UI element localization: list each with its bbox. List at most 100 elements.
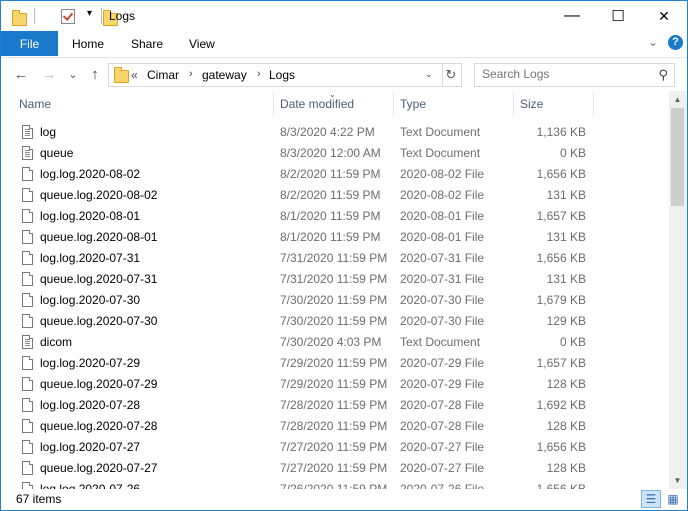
forward-button[interactable]: →	[39, 64, 59, 84]
file-date: 8/1/2020 11:59 PM	[280, 230, 381, 244]
scrollbar-thumb[interactable]	[671, 108, 684, 206]
recent-locations-button[interactable]: ⌄	[63, 64, 83, 84]
file-type: 2020-08-01 File	[400, 230, 485, 244]
breadcrumb-logs[interactable]: Logs	[269, 68, 295, 82]
column-type[interactable]: Type	[400, 91, 508, 117]
maximize-button[interactable]: ☐	[595, 1, 641, 31]
column-divider[interactable]	[393, 92, 394, 116]
properties-icon[interactable]	[61, 9, 76, 24]
tab-view[interactable]: View	[189, 31, 215, 56]
file-row[interactable]: log.log.2020-07-30 7/30/2020 11:59 PM 20…	[1, 290, 669, 311]
file-type: 2020-07-28 File	[400, 398, 485, 412]
file-row[interactable]: log 8/3/2020 4:22 PM Text Document 1,136…	[1, 122, 669, 143]
expand-ribbon-icon[interactable]: ⌄	[648, 35, 658, 49]
file-type: 2020-07-27 File	[400, 440, 485, 454]
explorer-window: ▾ Logs — ☐ ✕ File Home Share View ⌄ ? ← …	[0, 0, 688, 511]
file-row[interactable]: log.log.2020-07-31 7/31/2020 11:59 PM 20…	[1, 248, 669, 269]
tab-share[interactable]: Share	[131, 31, 163, 56]
blank-file-icon	[22, 272, 33, 286]
file-name: queue	[40, 146, 74, 160]
blank-file-icon	[22, 419, 33, 433]
file-row[interactable]: log.log.2020-07-28 7/28/2020 11:59 PM 20…	[1, 395, 669, 416]
file-name: queue.log.2020-07-27	[40, 461, 158, 475]
file-size: 131 KB	[546, 272, 586, 286]
file-row[interactable]: log.log.2020-07-26 7/26/2020 11:59 PM 20…	[1, 479, 669, 489]
file-size: 1,679 KB	[536, 293, 586, 307]
details-view-icon[interactable]: ☰	[641, 490, 661, 508]
column-size[interactable]: Size	[520, 91, 590, 117]
file-row[interactable]: queue.log.2020-07-31 7/31/2020 11:59 PM …	[1, 269, 669, 290]
file-row[interactable]: queue.log.2020-07-29 7/29/2020 11:59 PM …	[1, 374, 669, 395]
file-row[interactable]: log.log.2020-07-27 7/27/2020 11:59 PM 20…	[1, 437, 669, 458]
file-row[interactable]: queue.log.2020-08-02 8/2/2020 11:59 PM 2…	[1, 185, 669, 206]
file-row[interactable]: queue.log.2020-08-01 8/1/2020 11:59 PM 2…	[1, 227, 669, 248]
file-row[interactable]: queue.log.2020-07-28 7/28/2020 11:59 PM …	[1, 416, 669, 437]
chevron-down-icon[interactable]: ⌄	[425, 69, 433, 80]
file-size: 128 KB	[546, 461, 586, 475]
file-date: 7/29/2020 11:59 PM	[280, 356, 388, 370]
title-bar: ▾ Logs — ☐ ✕	[1, 1, 687, 31]
search-input[interactable]	[475, 64, 652, 84]
large-icons-view-icon[interactable]: ▦	[663, 490, 683, 508]
breadcrumb-overflow[interactable]: «	[131, 68, 138, 82]
file-date: 7/28/2020 11:59 PM	[280, 398, 388, 412]
refresh-button[interactable]: ↻	[441, 63, 462, 87]
chevron-right-icon[interactable]: ›	[189, 68, 193, 80]
tab-file[interactable]: File	[1, 31, 58, 56]
file-row[interactable]: log.log.2020-07-29 7/29/2020 11:59 PM 20…	[1, 353, 669, 374]
search-box[interactable]: ⚲	[474, 63, 675, 87]
breadcrumb-cimar[interactable]: Cimar	[147, 68, 179, 82]
file-row[interactable]: queue.log.2020-07-27 7/27/2020 11:59 PM …	[1, 458, 669, 479]
column-divider[interactable]	[593, 92, 594, 116]
scroll-up-icon[interactable]: ▲	[669, 91, 686, 108]
minimize-button[interactable]: —	[549, 1, 595, 31]
file-type: 2020-07-31 File	[400, 272, 485, 286]
folder-icon[interactable]	[12, 10, 27, 26]
blank-file-icon	[22, 293, 33, 307]
customize-toolbar-icon[interactable]: ▾	[87, 8, 92, 19]
file-row[interactable]: queue.log.2020-07-30 7/30/2020 11:59 PM …	[1, 311, 669, 332]
chevron-right-icon[interactable]: ›	[257, 68, 261, 80]
text-document-icon	[22, 146, 33, 160]
file-date: 7/26/2020 11:59 PM	[280, 482, 388, 489]
file-size: 1,656 KB	[536, 167, 586, 181]
column-name[interactable]: Name	[19, 91, 269, 117]
help-icon[interactable]: ?	[668, 35, 683, 50]
file-type: 2020-07-27 File	[400, 461, 485, 475]
blank-file-icon	[22, 482, 33, 489]
back-button[interactable]: ←	[11, 64, 31, 84]
blank-file-icon	[22, 440, 33, 454]
file-size: 1,656 KB	[536, 482, 586, 489]
file-row[interactable]: log.log.2020-08-01 8/1/2020 11:59 PM 202…	[1, 206, 669, 227]
file-size: 0 KB	[559, 146, 586, 160]
file-name: log.log.2020-07-26	[40, 482, 141, 489]
file-row[interactable]: log.log.2020-08-02 8/2/2020 11:59 PM 202…	[1, 164, 669, 185]
file-type: 2020-07-26 File	[400, 482, 485, 489]
file-size: 128 KB	[546, 377, 586, 391]
vertical-scrollbar[interactable]: ▲ ▼	[669, 91, 686, 489]
divider	[34, 8, 35, 24]
up-button[interactable]: ↑	[85, 64, 105, 84]
search-icon[interactable]: ⚲	[658, 67, 668, 83]
tab-home[interactable]: Home	[72, 31, 104, 56]
file-type: 2020-07-28 File	[400, 419, 485, 433]
column-headers: ⌄ Name Date modified Type Size	[1, 90, 669, 117]
address-bar[interactable]: « Cimar › gateway › Logs ⌄	[108, 63, 443, 87]
file-date: 7/31/2020 11:59 PM	[280, 251, 388, 265]
file-name: log.log.2020-07-29	[40, 356, 141, 370]
file-size: 131 KB	[546, 188, 586, 202]
file-type: 2020-07-31 File	[400, 251, 485, 265]
file-row[interactable]: dicom 7/30/2020 4:03 PM Text Document 0 …	[1, 332, 669, 353]
column-divider[interactable]	[273, 92, 274, 116]
blank-file-icon	[22, 314, 33, 328]
column-date-modified[interactable]: Date modified	[280, 91, 390, 117]
breadcrumb-gateway[interactable]: gateway	[202, 68, 247, 82]
column-divider[interactable]	[513, 92, 514, 116]
text-document-icon	[22, 125, 33, 139]
text-document-icon	[22, 335, 33, 349]
file-size: 1,656 KB	[536, 440, 586, 454]
scroll-down-icon[interactable]: ▼	[669, 472, 686, 489]
file-row[interactable]: queue 8/3/2020 12:00 AM Text Document 0 …	[1, 143, 669, 164]
file-size: 131 KB	[546, 230, 586, 244]
close-button[interactable]: ✕	[641, 1, 687, 31]
